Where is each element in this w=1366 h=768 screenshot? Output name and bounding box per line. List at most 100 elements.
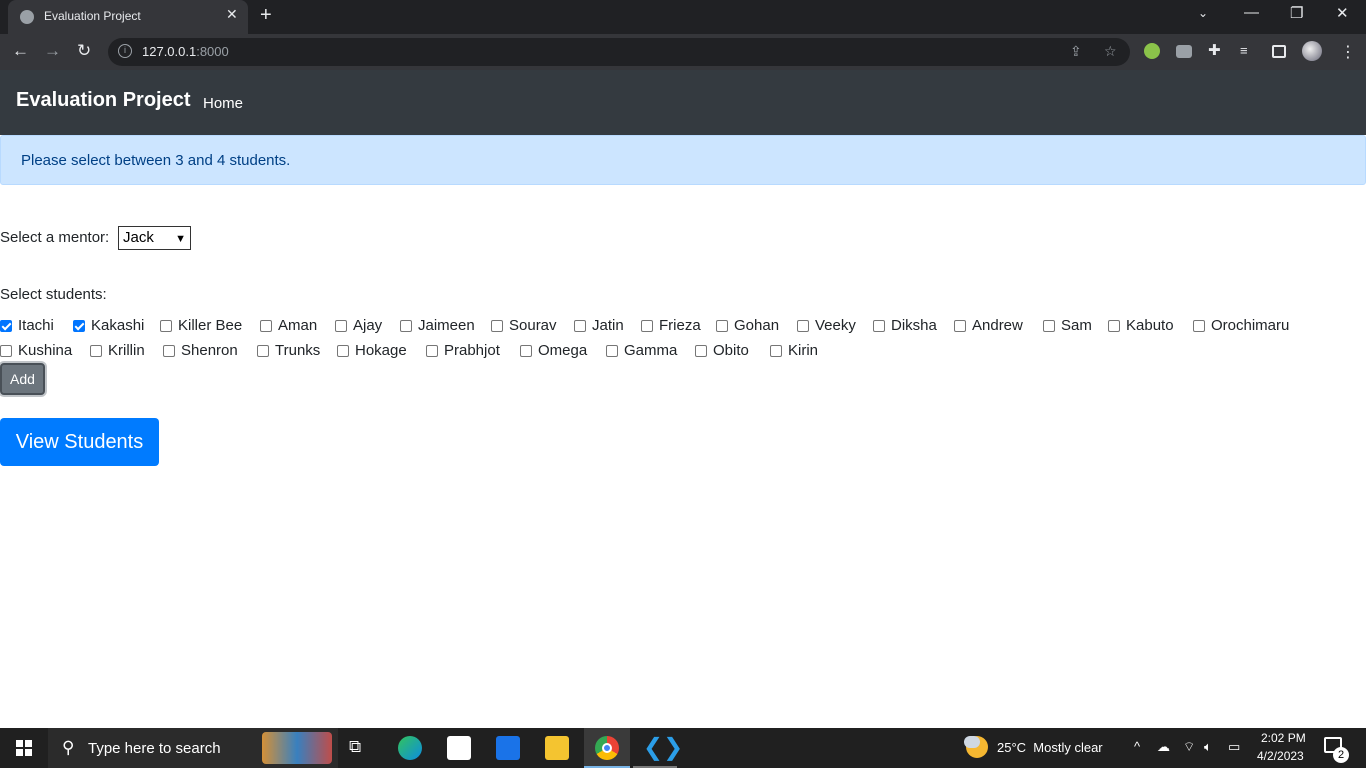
notification-count: 2: [1333, 747, 1349, 763]
media-control-icon[interactable]: ≡: [1240, 43, 1248, 58]
task-view-icon[interactable]: ⧉: [349, 737, 373, 761]
student-checkbox[interactable]: [90, 345, 102, 357]
back-icon[interactable]: ←: [12, 41, 29, 61]
menu-kebab-icon[interactable]: ⋮: [1340, 42, 1356, 62]
restore-icon[interactable]: ❐: [1290, 4, 1303, 22]
student-name: Sam: [1061, 317, 1092, 334]
edge-icon[interactable]: [398, 736, 422, 760]
student-checkbox[interactable]: [797, 320, 809, 332]
extension-plus-icon[interactable]: [1144, 43, 1160, 59]
student-name: Omega: [538, 342, 588, 359]
taskbar-chrome[interactable]: [584, 728, 630, 768]
student-checkbox[interactable]: [1108, 320, 1120, 332]
student-checkbox[interactable]: [873, 320, 885, 332]
student-checkbox[interactable]: [770, 345, 782, 357]
file-explorer-icon[interactable]: [545, 736, 569, 760]
chevron-up-icon[interactable]: ^: [1134, 739, 1140, 754]
student-checkbox[interactable]: [1043, 320, 1055, 332]
student-name: Ajay: [353, 317, 383, 334]
student-name: Trunks: [275, 342, 321, 359]
battery-icon[interactable]: ▭: [1228, 739, 1240, 755]
student-checkbox[interactable]: [716, 320, 728, 332]
volume-icon[interactable]: 🔈︎: [1204, 739, 1212, 755]
share-icon[interactable]: ⇪: [1070, 43, 1082, 60]
student-name: Kushina: [18, 342, 73, 359]
clock-time[interactable]: 2:02 PM: [1261, 731, 1306, 745]
page-navbar: Evaluation Project Home: [0, 70, 1366, 135]
chrome-icon: [595, 736, 619, 760]
student-checkbox[interactable]: [695, 345, 707, 357]
minimize-icon[interactable]: —: [1244, 4, 1259, 21]
store-icon[interactable]: [447, 736, 471, 760]
student-checkbox[interactable]: [491, 320, 503, 332]
mentor-select[interactable]: Jack ▼: [118, 226, 191, 250]
student-checkbox[interactable]: [0, 345, 12, 357]
student-name: Krillin: [108, 342, 145, 359]
url-host: 127.0.0.1: [142, 44, 197, 59]
star-icon[interactable]: ☆: [1104, 43, 1117, 60]
student-checkbox[interactable]: [641, 320, 653, 332]
weather-temp: 25°C: [997, 740, 1027, 755]
student-name: Sourav: [509, 317, 557, 334]
add-button[interactable]: Add: [0, 363, 45, 395]
student-checkbox[interactable]: [426, 345, 438, 357]
student-checkbox[interactable]: [0, 320, 12, 332]
student-checkbox[interactable]: [1193, 320, 1205, 332]
extensions-icon[interactable]: ✚: [1208, 41, 1221, 59]
student-name: Prabhjot: [444, 342, 500, 359]
student-name: Orochimaru: [1211, 317, 1290, 334]
student-checkbox[interactable]: [574, 320, 586, 332]
chevron-down-icon[interactable]: ⌄: [1198, 6, 1208, 20]
student-checkbox[interactable]: [163, 345, 175, 357]
student-checkbox[interactable]: [520, 345, 532, 357]
student-name: Hokage: [355, 342, 407, 359]
student-name: Diksha: [891, 317, 937, 334]
wifi-icon[interactable]: ⌔: [1183, 739, 1195, 755]
forward-icon[interactable]: →: [44, 41, 61, 61]
camera-icon[interactable]: [1176, 45, 1192, 58]
onedrive-icon[interactable]: ☁: [1157, 739, 1170, 755]
tab-title: Evaluation Project: [44, 9, 141, 23]
weather-text[interactable]: 25°C Mostly clear: [997, 740, 1103, 755]
search-highlight-image: [262, 732, 332, 764]
windows-start-icon[interactable]: [16, 740, 32, 756]
side-panel-icon[interactable]: [1272, 45, 1286, 58]
search-icon: ⚲: [62, 738, 75, 757]
mentor-label: Select a mentor:: [0, 229, 110, 246]
student-name: Jaimeen: [418, 317, 475, 334]
student-name: Obito: [713, 342, 749, 359]
info-alert: Please select between 3 and 4 students.: [0, 135, 1366, 185]
student-checkbox[interactable]: [257, 345, 269, 357]
browser-toolbar: ← → ↻ i 127.0.0.1:8000 ⇪ ☆ ✚ ≡ ⋮: [0, 34, 1366, 70]
student-name: Aman: [278, 317, 318, 334]
student-checkbox[interactable]: [260, 320, 272, 332]
reload-icon[interactable]: ↻: [77, 41, 91, 61]
student-checkbox[interactable]: [400, 320, 412, 332]
navbar-brand[interactable]: Evaluation Project: [16, 89, 191, 112]
student-checkbox[interactable]: [606, 345, 618, 357]
clock-date[interactable]: 4/2/2023: [1257, 749, 1304, 763]
close-tab-icon[interactable]: ✕: [226, 6, 238, 23]
weather-icon[interactable]: [964, 736, 988, 758]
student-name: Killer Bee: [178, 317, 243, 334]
close-window-icon[interactable]: ✕: [1336, 4, 1349, 22]
student-checkbox[interactable]: [954, 320, 966, 332]
nav-link-home[interactable]: Home: [203, 95, 243, 112]
info-icon[interactable]: i: [118, 44, 132, 58]
taskbar-search[interactable]: ⚲ Type here to search: [48, 728, 338, 768]
view-students-button[interactable]: View Students: [0, 418, 159, 466]
student-checkbox[interactable]: [73, 320, 85, 332]
url-port: :8000: [196, 44, 229, 59]
student-checkbox[interactable]: [337, 345, 349, 357]
students-label: Select students:: [0, 286, 107, 303]
student-checkbox[interactable]: [335, 320, 347, 332]
profile-avatar[interactable]: [1302, 41, 1322, 61]
vscode-icon[interactable]: ❮❯: [643, 733, 683, 762]
browser-tab[interactable]: Evaluation Project ✕: [8, 0, 248, 34]
student-checkbox[interactable]: [160, 320, 172, 332]
mail-icon[interactable]: [496, 736, 520, 760]
address-bar[interactable]: i 127.0.0.1:8000 ⇪ ☆: [108, 38, 1130, 66]
globe-icon: [20, 10, 34, 24]
new-tab-icon[interactable]: +: [260, 4, 272, 27]
student-name: Gamma: [624, 342, 678, 359]
